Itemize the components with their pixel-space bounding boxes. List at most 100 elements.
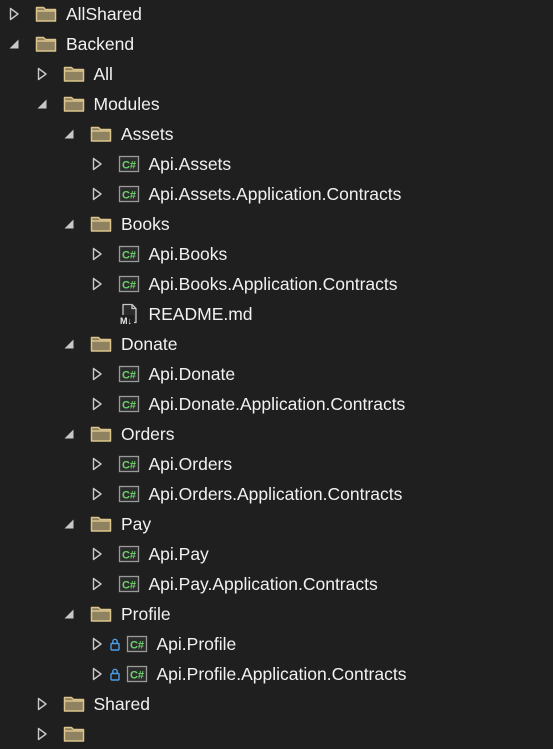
tree-item-label: Api.Pay: [148, 544, 209, 564]
collapsed-arrow-icon[interactable]: [7, 7, 21, 21]
tree-item-label: Orders: [121, 424, 175, 444]
tree-item-label: Books: [121, 214, 170, 234]
collapsed-arrow-icon[interactable]: [90, 487, 104, 501]
collapsed-arrow-icon[interactable]: [90, 547, 104, 561]
no-expander: [90, 307, 104, 321]
collapsed-arrow-icon[interactable]: [90, 667, 104, 681]
expanded-arrow-icon[interactable]: [62, 217, 76, 231]
tree-item-backend[interactable]: Backend: [7, 29, 134, 59]
tree-item-label: Donate: [121, 334, 178, 354]
folder-icon: [90, 425, 112, 443]
tree-item-books[interactable]: Books: [62, 209, 170, 239]
tree-item-label: All: [93, 64, 113, 84]
svg-text:C#: C#: [121, 460, 135, 472]
tree-item-api-books-application-contracts[interactable]: C# Api.Books.Application.Contracts: [90, 269, 398, 299]
tree-item-api-profile[interactable]: C# Api.Profile: [90, 629, 237, 659]
tree-item-api-pay[interactable]: C# Api.Pay: [90, 539, 209, 569]
csharp-project-icon: C#: [118, 275, 140, 293]
expanded-arrow-icon[interactable]: [62, 517, 76, 531]
tree-item-api-donate[interactable]: C# Api.Donate: [90, 359, 236, 389]
lock-icon: [108, 666, 122, 682]
tree-item-profile[interactable]: Profile: [62, 599, 171, 629]
csharp-project-icon: C#: [118, 155, 140, 173]
tree-item-pay[interactable]: Pay: [62, 509, 151, 539]
folder-icon: [63, 95, 85, 113]
expanded-arrow-icon[interactable]: [35, 97, 49, 111]
folder-icon: [63, 695, 85, 713]
collapsed-arrow-icon[interactable]: [35, 67, 49, 81]
tree-item-item[interactable]: [35, 719, 94, 749]
expanded-arrow-icon[interactable]: [62, 427, 76, 441]
expanded-arrow-icon[interactable]: [62, 127, 76, 141]
collapsed-arrow-icon[interactable]: [35, 727, 49, 741]
svg-text:C#: C#: [121, 370, 135, 382]
folder-icon: [90, 125, 112, 143]
collapsed-arrow-icon[interactable]: [90, 187, 104, 201]
folder-icon: [90, 335, 112, 353]
csharp-project-icon: C#: [118, 455, 140, 473]
tree-item-label: AllShared: [66, 4, 142, 24]
tree-item-label: README.md: [148, 304, 253, 324]
tree-item-api-books[interactable]: C# Api.Books: [90, 239, 228, 269]
svg-text:C#: C#: [121, 250, 135, 262]
collapsed-arrow-icon[interactable]: [90, 247, 104, 261]
expanded-arrow-icon[interactable]: [62, 607, 76, 621]
tree-item-label: Api.Orders.Application.Contracts: [148, 484, 403, 504]
collapsed-arrow-icon[interactable]: [35, 697, 49, 711]
collapsed-arrow-icon[interactable]: [90, 637, 104, 651]
tree-item-label: Modules: [93, 94, 160, 114]
tree-item-label: Api.Donate.Application.Contracts: [148, 394, 406, 414]
tree-item-api-profile-application-contracts[interactable]: C# Api.Profile.Application.Contracts: [90, 659, 406, 689]
svg-text:C#: C#: [129, 640, 143, 652]
tree-item-label: Api.Donate: [148, 364, 236, 384]
svg-text:C#: C#: [121, 400, 135, 412]
collapsed-arrow-icon[interactable]: [90, 277, 104, 291]
folder-icon: [35, 5, 57, 23]
collapsed-arrow-icon[interactable]: [90, 577, 104, 591]
csharp-project-icon: C#: [118, 395, 140, 413]
folder-icon: [90, 605, 112, 623]
tree-item-label: Api.Profile: [156, 634, 237, 654]
lock-icon: [108, 636, 122, 652]
collapsed-arrow-icon[interactable]: [90, 457, 104, 471]
folder-icon: [90, 515, 112, 533]
tree-item-api-donate-application-contracts[interactable]: C# Api.Donate.Application.Contracts: [90, 389, 406, 419]
tree-item-label: Pay: [121, 514, 152, 534]
collapsed-arrow-icon[interactable]: [90, 397, 104, 411]
tree-item-orders[interactable]: Orders: [62, 419, 174, 449]
expanded-arrow-icon[interactable]: [7, 37, 21, 51]
svg-text:C#: C#: [129, 670, 143, 682]
tree-item-readme-md[interactable]: M↓ README.md: [90, 299, 253, 329]
tree-item-api-orders-application-contracts[interactable]: C# Api.Orders.Application.Contracts: [90, 479, 403, 509]
collapsed-arrow-icon[interactable]: [90, 367, 104, 381]
tree-item-label: Backend: [66, 34, 135, 54]
tree-item-shared[interactable]: Shared: [35, 689, 150, 719]
tree-item-label: Api.Books: [148, 244, 228, 264]
csharp-project-icon: C#: [118, 365, 140, 383]
csharp-project-icon: C#: [118, 245, 140, 263]
csharp-project-icon: C#: [126, 635, 148, 653]
tree-item-label: Api.Books.Application.Contracts: [148, 274, 398, 294]
tree-item-api-pay-application-contracts[interactable]: C# Api.Pay.Application.Contracts: [90, 569, 378, 599]
svg-text:C#: C#: [121, 490, 135, 502]
tree-item-donate[interactable]: Donate: [62, 329, 177, 359]
tree-item-label: Api.Orders: [148, 454, 233, 474]
tree-item-label: Api.Assets.Application.Contracts: [148, 184, 402, 204]
tree-item-api-orders[interactable]: C# Api.Orders: [90, 449, 233, 479]
tree-item-modules[interactable]: Modules: [35, 89, 160, 119]
svg-text:M↓: M↓: [120, 316, 132, 325]
folder-icon: [63, 65, 85, 83]
csharp-project-icon: C#: [118, 485, 140, 503]
tree-item-api-assets-application-contracts[interactable]: C# Api.Assets.Application.Contracts: [90, 179, 402, 209]
tree-item-label: Assets: [121, 124, 174, 144]
folder-icon: [63, 725, 85, 743]
expanded-arrow-icon[interactable]: [62, 337, 76, 351]
tree-item-label: Shared: [93, 694, 150, 714]
tree-item-assets[interactable]: Assets: [62, 119, 174, 149]
collapsed-arrow-icon[interactable]: [90, 157, 104, 171]
tree-item-allshared[interactable]: AllShared: [7, 0, 142, 29]
folder-icon: [35, 35, 57, 53]
tree-item-all[interactable]: All: [35, 59, 113, 89]
folder-icon: [90, 215, 112, 233]
tree-item-api-assets[interactable]: C# Api.Assets: [90, 149, 231, 179]
